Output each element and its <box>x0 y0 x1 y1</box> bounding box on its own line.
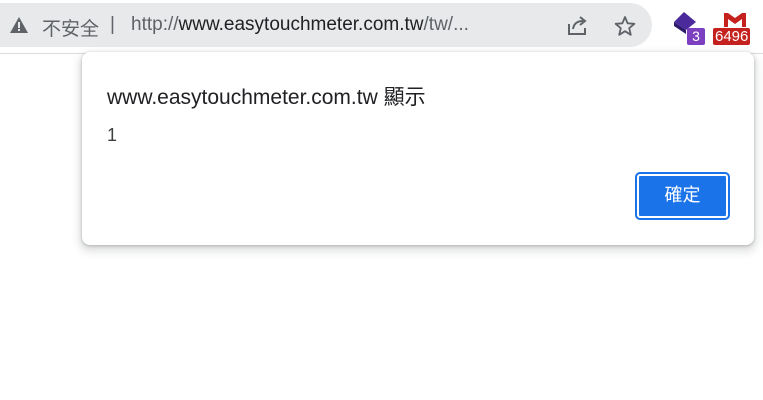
browser-toolbar: 不安全 | http://www.easytouchmeter.com.tw/t… <box>0 0 763 54</box>
url-path: /tw/... <box>423 14 469 35</box>
not-secure-label[interactable]: 不安全 <box>42 14 99 41</box>
gmail-extension-button[interactable]: 6496 <box>712 12 758 46</box>
url-host: www.easytouchmeter.com.tw <box>178 14 424 35</box>
dialog-title: www.easytouchmeter.com.tw 顯示 <box>107 86 426 109</box>
url-separator: | <box>110 14 115 35</box>
dialog-message: 1 <box>107 125 118 145</box>
extension-button[interactable]: 3 <box>672 12 706 46</box>
star-icon[interactable] <box>614 15 636 37</box>
ok-button[interactable]: 確定 <box>635 172 730 220</box>
alert-dialog: www.easytouchmeter.com.tw 顯示 1 確定 <box>82 52 754 245</box>
share-icon[interactable] <box>566 16 588 36</box>
gmail-badge: 6496 <box>713 28 751 45</box>
warning-triangle-icon[interactable] <box>10 17 28 33</box>
extension-badge: 3 <box>687 28 705 45</box>
url-scheme: http:// <box>131 14 179 35</box>
address-bar[interactable]: 不安全 | http://www.easytouchmeter.com.tw/t… <box>0 3 652 47</box>
url-text[interactable]: http://www.easytouchmeter.com.tw/tw/... <box>131 14 547 36</box>
